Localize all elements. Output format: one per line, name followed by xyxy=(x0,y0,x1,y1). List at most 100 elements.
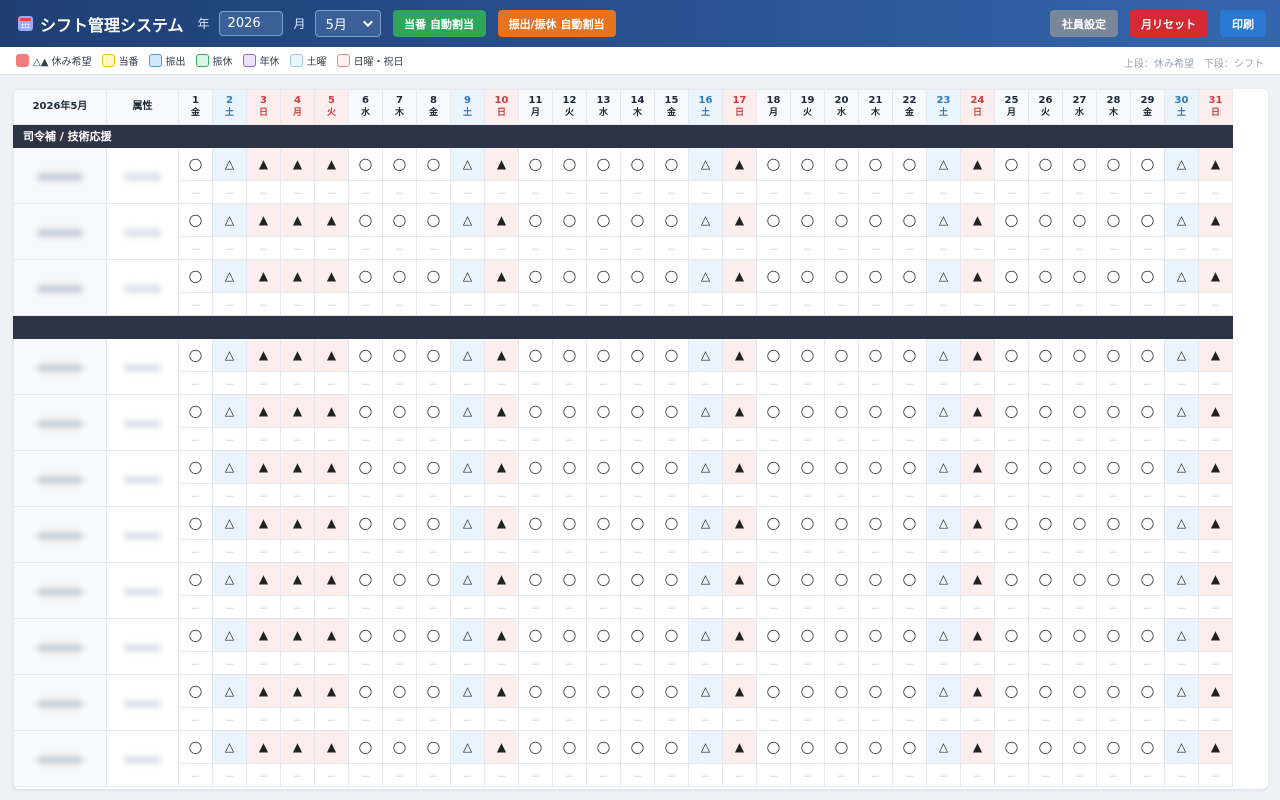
request-cell[interactable]: ◯ xyxy=(416,450,451,484)
request-cell[interactable]: ◯ xyxy=(824,730,859,764)
request-cell[interactable]: ◯ xyxy=(552,730,587,764)
request-cell[interactable]: ◯ xyxy=(1028,147,1063,181)
shift-cell[interactable]: － xyxy=(790,595,825,619)
shift-cell[interactable]: － xyxy=(416,483,451,507)
request-cell[interactable]: △ xyxy=(688,259,723,293)
request-cell[interactable]: △ xyxy=(1164,674,1199,708)
shift-cell[interactable]: － xyxy=(654,539,689,563)
shift-cell[interactable]: － xyxy=(450,539,485,563)
request-cell[interactable]: ▲ xyxy=(314,730,349,764)
shift-cell[interactable]: － xyxy=(484,180,519,204)
request-cell[interactable]: ▲ xyxy=(960,203,995,237)
request-cell[interactable]: ◯ xyxy=(824,450,859,484)
request-cell[interactable]: ◯ xyxy=(654,730,689,764)
shift-cell[interactable]: － xyxy=(654,707,689,731)
request-cell[interactable]: ▲ xyxy=(280,394,315,428)
shift-cell[interactable]: － xyxy=(892,371,927,395)
request-cell[interactable]: ◯ xyxy=(994,338,1029,372)
shift-cell[interactable]: － xyxy=(654,371,689,395)
shift-cell[interactable]: － xyxy=(518,427,553,451)
shift-cell[interactable]: － xyxy=(1198,180,1233,204)
shift-cell[interactable]: － xyxy=(1062,539,1097,563)
shift-cell[interactable]: － xyxy=(824,763,859,787)
request-cell[interactable]: △ xyxy=(1164,259,1199,293)
shift-cell[interactable]: － xyxy=(552,707,587,731)
shift-cell[interactable]: － xyxy=(790,539,825,563)
request-cell[interactable]: ◯ xyxy=(416,674,451,708)
employee-name[interactable] xyxy=(13,730,107,787)
request-cell[interactable]: ◯ xyxy=(756,394,791,428)
request-cell[interactable]: ◯ xyxy=(858,203,893,237)
request-cell[interactable]: ◯ xyxy=(416,562,451,596)
request-cell[interactable]: ◯ xyxy=(1062,618,1097,652)
shift-cell[interactable]: － xyxy=(926,236,961,260)
request-cell[interactable]: △ xyxy=(212,506,247,540)
shift-cell[interactable]: － xyxy=(824,707,859,731)
request-cell[interactable]: ▲ xyxy=(960,450,995,484)
request-cell[interactable]: △ xyxy=(926,259,961,293)
shift-cell[interactable]: － xyxy=(348,651,383,675)
request-cell[interactable]: ◯ xyxy=(994,730,1029,764)
shift-cell[interactable]: － xyxy=(892,595,927,619)
request-cell[interactable]: ◯ xyxy=(858,147,893,181)
request-cell[interactable]: ▲ xyxy=(960,618,995,652)
request-cell[interactable]: ◯ xyxy=(1062,730,1097,764)
request-cell[interactable]: ◯ xyxy=(1130,203,1165,237)
shift-cell[interactable]: － xyxy=(858,427,893,451)
request-cell[interactable]: ◯ xyxy=(1130,394,1165,428)
shift-cell[interactable]: － xyxy=(688,595,723,619)
request-cell[interactable]: ▲ xyxy=(314,450,349,484)
request-cell[interactable]: ◯ xyxy=(1096,203,1131,237)
request-cell[interactable]: ◯ xyxy=(1028,203,1063,237)
shift-cell[interactable]: － xyxy=(1164,763,1199,787)
shift-cell[interactable]: － xyxy=(824,236,859,260)
request-cell[interactable]: ▲ xyxy=(484,450,519,484)
shift-cell[interactable]: － xyxy=(382,371,417,395)
shift-cell[interactable]: － xyxy=(1130,180,1165,204)
request-cell[interactable]: ◯ xyxy=(518,259,553,293)
shift-cell[interactable]: － xyxy=(484,483,519,507)
request-cell[interactable]: ◯ xyxy=(892,203,927,237)
shift-cell[interactable]: － xyxy=(960,180,995,204)
shift-cell[interactable]: － xyxy=(1028,427,1063,451)
request-cell[interactable]: ◯ xyxy=(654,450,689,484)
request-cell[interactable]: ◯ xyxy=(620,147,655,181)
request-cell[interactable]: ◯ xyxy=(1028,450,1063,484)
shift-cell[interactable]: － xyxy=(1198,763,1233,787)
request-cell[interactable]: ◯ xyxy=(756,562,791,596)
request-cell[interactable]: ◯ xyxy=(382,730,417,764)
request-cell[interactable]: ▲ xyxy=(484,338,519,372)
request-cell[interactable]: ◯ xyxy=(348,394,383,428)
shift-cell[interactable]: － xyxy=(246,595,281,619)
request-cell[interactable]: ▲ xyxy=(722,506,757,540)
shift-cell[interactable]: － xyxy=(1028,595,1063,619)
employee-attribute[interactable] xyxy=(106,506,179,563)
shift-cell[interactable]: － xyxy=(1028,292,1063,316)
shift-cell[interactable]: － xyxy=(1130,371,1165,395)
shift-cell[interactable]: － xyxy=(586,483,621,507)
shift-cell[interactable]: － xyxy=(1096,595,1131,619)
request-cell[interactable]: ◯ xyxy=(620,562,655,596)
request-cell[interactable]: △ xyxy=(688,450,723,484)
shift-cell[interactable]: － xyxy=(246,236,281,260)
request-cell[interactable]: ◯ xyxy=(416,203,451,237)
shift-cell[interactable]: － xyxy=(892,236,927,260)
shift-cell[interactable]: － xyxy=(1130,763,1165,787)
shift-cell[interactable]: － xyxy=(756,236,791,260)
request-cell[interactable]: ◯ xyxy=(892,730,927,764)
shift-cell[interactable]: － xyxy=(994,427,1029,451)
request-cell[interactable]: △ xyxy=(1164,562,1199,596)
request-cell[interactable]: △ xyxy=(688,338,723,372)
request-cell[interactable]: ◯ xyxy=(586,506,621,540)
shift-cell[interactable]: － xyxy=(518,539,553,563)
shift-cell[interactable]: － xyxy=(1198,651,1233,675)
shift-cell[interactable]: － xyxy=(688,651,723,675)
request-cell[interactable]: ◯ xyxy=(586,394,621,428)
request-cell[interactable]: ◯ xyxy=(1096,506,1131,540)
request-cell[interactable]: △ xyxy=(450,730,485,764)
request-cell[interactable]: ◯ xyxy=(858,338,893,372)
shift-cell[interactable]: － xyxy=(790,483,825,507)
request-cell[interactable]: ◯ xyxy=(756,203,791,237)
shift-cell[interactable]: － xyxy=(1096,651,1131,675)
request-cell[interactable]: ▲ xyxy=(314,203,349,237)
